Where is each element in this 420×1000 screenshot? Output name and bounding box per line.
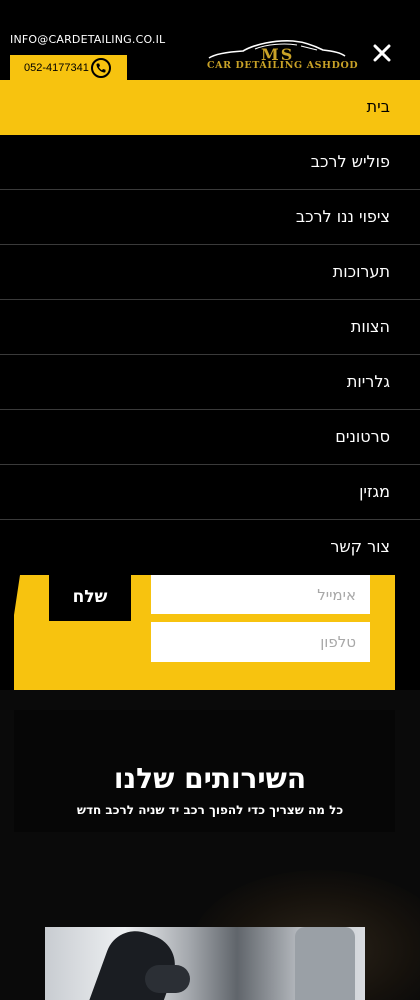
menu-item-videos[interactable]: סרטונים xyxy=(0,410,420,465)
menu-item-label: בית xyxy=(366,97,390,116)
phone-number: 052-4177341 xyxy=(24,62,89,74)
services-subtitle: כל מה שצריך כדי להפוך רכב יד שניה לרכב ח… xyxy=(76,803,344,817)
menu-item-label: פוליש לרכב xyxy=(310,152,390,171)
menu-item-team[interactable]: הצוות xyxy=(0,300,420,355)
email-placeholder: אימייל xyxy=(317,586,356,604)
email-field[interactable]: אימייל xyxy=(151,575,370,614)
send-button[interactable]: שלח xyxy=(49,575,131,621)
phone-field[interactable]: טלפון xyxy=(151,622,370,662)
services-title: השירותים שלנו xyxy=(113,762,307,795)
menu-item-label: גלריות xyxy=(346,372,390,391)
menu-item-label: סרטונים xyxy=(335,427,390,446)
logo-subtitle: CAR DETAILING ASHDOD xyxy=(207,60,359,71)
form-notch xyxy=(14,575,20,615)
contact-form: שלח אימייל טלפון xyxy=(14,575,395,690)
phone-placeholder: טלפון xyxy=(320,633,356,651)
menu-item-galleries[interactable]: גלריות xyxy=(0,355,420,410)
menu-item-label: הצוות xyxy=(350,317,390,336)
menu-item-magazine[interactable]: מגזין xyxy=(0,465,420,520)
contact-email[interactable]: INFO@CARDETAILING.CO.IL xyxy=(10,33,165,46)
close-icon[interactable] xyxy=(370,41,394,65)
service-image xyxy=(45,927,365,1000)
menu-item-label: ציפוי ננו לרכב xyxy=(295,207,390,226)
menu-item-label: מגזין xyxy=(359,482,390,501)
menu-item-nano-coating[interactable]: ציפוי ננו לרכב xyxy=(0,190,420,245)
menu-item-label: תערוכות xyxy=(332,262,390,281)
phone-icon xyxy=(91,58,111,78)
logo[interactable]: MS CAR DETAILING ASHDOD xyxy=(205,36,358,76)
menu-item-home[interactable]: בית xyxy=(0,80,420,135)
image-detail xyxy=(145,965,190,993)
menu-item-polish[interactable]: פוליש לרכב xyxy=(0,135,420,190)
menu-item-contact[interactable]: צור קשר xyxy=(0,520,420,560)
main-menu: בית פוליש לרכב ציפוי ננו לרכב תערוכות הצ… xyxy=(0,80,420,560)
menu-item-exhibitions[interactable]: תערוכות xyxy=(0,245,420,300)
phone-button[interactable]: 052-4177341 xyxy=(10,55,127,81)
services-section: השירותים שלנו כל מה שצריך כדי להפוך רכב … xyxy=(0,690,420,1000)
menu-item-label: צור קשר xyxy=(330,537,390,556)
site-header: INFO@CARDETAILING.CO.IL 052-4177341 MS C… xyxy=(0,0,420,81)
image-seat xyxy=(295,927,355,1000)
